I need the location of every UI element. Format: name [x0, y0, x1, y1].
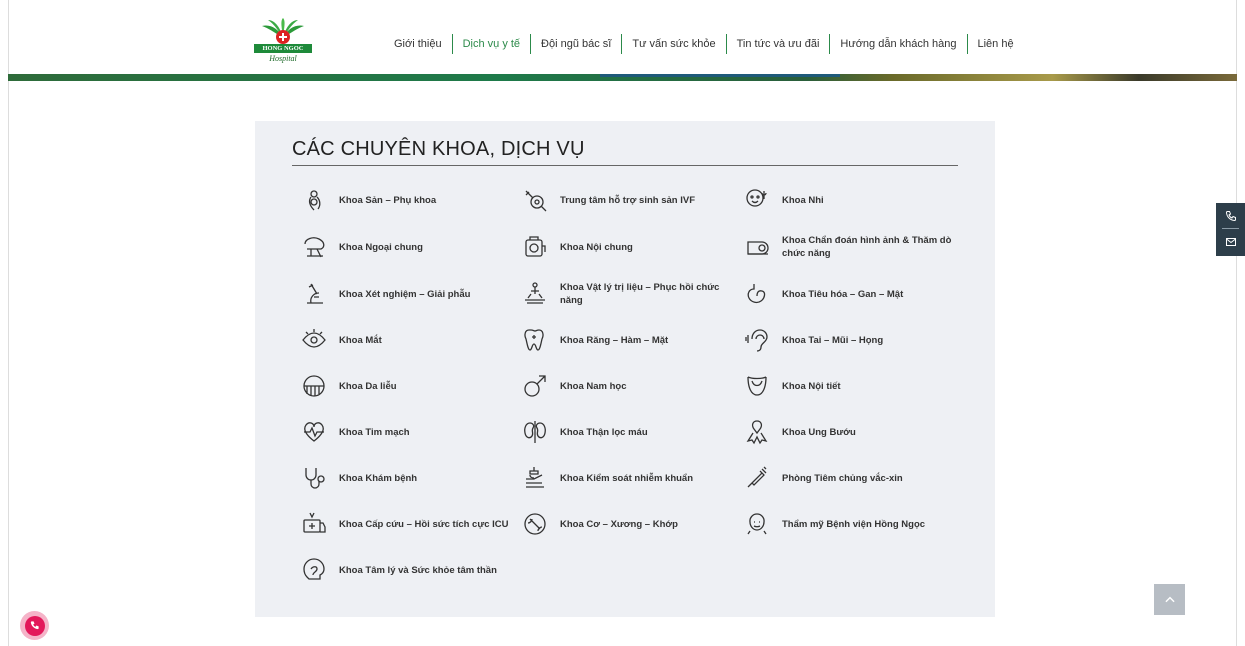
service-item[interactable]: Khoa Tâm lý và Sức khỏe tâm thần [300, 556, 509, 584]
services-panel: CÁC CHUYÊN KHOA, DỊCH VỤ Khoa Sản – Phụ … [255, 121, 995, 617]
service-label: Khoa Nam học [560, 380, 627, 392]
service-item[interactable]: Khoa Sản – Phụ khoa [300, 186, 509, 214]
service-label: Khoa Kiểm soát nhiễm khuẩn [560, 472, 694, 484]
service-label: Khoa Thận lọc máu [560, 426, 648, 438]
back-to-top-button[interactable] [1154, 584, 1185, 615]
heart-icon [300, 418, 328, 446]
service-item[interactable]: Khoa Răng – Hàm – Mặt [521, 326, 730, 354]
service-label: Khoa Ung Bướu [782, 426, 856, 438]
ear-icon [743, 326, 771, 354]
service-label: Khoa Cơ – Xương – Khớp [560, 518, 678, 530]
service-item[interactable]: Khoa Ung Bướu [743, 418, 952, 446]
section-title: CÁC CHUYÊN KHOA, DỊCH VỤ [292, 138, 585, 160]
nav-item-huong-dan[interactable]: Hướng dẫn khách hàng [829, 34, 966, 54]
mind-icon [300, 556, 328, 584]
service-label: Khoa Tâm lý và Sức khỏe tâm thần [339, 564, 497, 576]
logo-brand: HONG NGOC [254, 44, 312, 53]
male-icon [521, 372, 549, 400]
nav-item-lien-he[interactable]: Liên hệ [966, 34, 1024, 54]
title-divider [292, 165, 958, 166]
nav-item-tin-tuc[interactable]: Tin tức và ưu đãi [725, 34, 830, 54]
mail-icon[interactable] [1216, 229, 1245, 255]
ambulance-icon [300, 510, 328, 538]
service-item[interactable]: Khoa Ngoại chung [300, 233, 509, 261]
stomach-icon [743, 280, 771, 308]
service-label: Khoa Ngoại chung [339, 241, 423, 253]
service-label: Khoa Khám bệnh [339, 472, 418, 484]
service-item[interactable]: Khoa Tiêu hóa – Gan – Mật [743, 280, 952, 308]
kidney-icon [521, 418, 549, 446]
header-banner-strip [8, 74, 1237, 81]
service-label: Khoa Chẩn đoán hình ảnh & Thăm dò chức n… [782, 235, 952, 259]
syringe-icon [743, 464, 771, 492]
nav-item-gioi-thieu[interactable]: Giới thiệu [384, 34, 452, 54]
imaging-icon [743, 233, 771, 261]
ivf-icon [521, 186, 549, 214]
site-header: HONG NGOC Hospital Giới thiệu Dịch vụ y … [0, 0, 1245, 80]
service-label: Trung tâm hỗ trợ sinh sản IVF [560, 194, 696, 206]
bone-icon [521, 510, 549, 538]
service-item[interactable]: Khoa Xét nghiệm – Giải phẫu [300, 280, 509, 308]
service-label: Khoa Tiêu hóa – Gan – Mật [782, 288, 904, 300]
service-item[interactable]: Khoa Nhi [743, 186, 952, 214]
service-label: Khoa Nhi [782, 194, 824, 206]
nav-item-tu-van-suc-khoe[interactable]: Tư vấn sức khỏe [621, 34, 725, 54]
ribbon-icon [743, 418, 771, 446]
service-label: Thẩm mỹ Bệnh viện Hồng Ngọc [782, 518, 926, 530]
hospital-logo[interactable]: HONG NGOC Hospital [254, 18, 312, 64]
face-icon [743, 510, 771, 538]
child-icon [743, 186, 771, 214]
service-label: Khoa Vật lý trị liệu – Phục hồi chức năn… [560, 282, 720, 306]
service-label: Khoa Sản – Phụ khoa [339, 194, 437, 206]
service-label: Khoa Mắt [339, 334, 382, 346]
service-item[interactable]: Khoa Khám bệnh [300, 464, 509, 492]
service-item[interactable]: Khoa Vật lý trị liệu – Phục hồi chức năn… [521, 280, 730, 308]
service-label: Khoa Da liễu [339, 380, 397, 392]
call-button[interactable] [20, 611, 49, 640]
physiotherapy-icon [521, 280, 549, 308]
nav-item-doi-ngu-bac-si[interactable]: Đội ngũ bác sĩ [530, 34, 621, 54]
service-item[interactable]: Khoa Tim mạch [300, 418, 509, 446]
service-item[interactable]: Khoa Nam học [521, 372, 730, 400]
nav-item-dich-vu-y-te[interactable]: Dịch vụ y tế [451, 34, 530, 54]
logo-cross-icon [276, 30, 290, 44]
main-nav: Giới thiệu Dịch vụ y tế Đội ngũ bác sĩ T… [384, 34, 1024, 54]
service-label: Khoa Nội chung [560, 241, 633, 253]
phone-icon[interactable] [1222, 203, 1239, 229]
chevron-up-icon [1164, 596, 1175, 602]
service-label: Khoa Răng – Hàm – Mặt [560, 334, 669, 346]
service-label: Khoa Nội tiết [782, 380, 841, 392]
service-item[interactable]: Khoa Da liễu [300, 372, 509, 400]
service-item[interactable]: Trung tâm hỗ trợ sinh sản IVF [521, 186, 730, 214]
service-label: Phòng Tiêm chủng vắc-xin [782, 472, 903, 484]
handwash-icon [521, 464, 549, 492]
skin-icon [300, 372, 328, 400]
phone-call-icon [24, 615, 45, 636]
thyroid-icon [743, 372, 771, 400]
service-item[interactable]: Khoa Cấp cứu – Hồi sức tích cực ICU [300, 510, 509, 538]
service-item[interactable]: Khoa Nội tiết [743, 372, 952, 400]
internal-medicine-icon [521, 233, 549, 261]
service-label: Khoa Cấp cứu – Hồi sức tích cực ICU [339, 518, 509, 530]
service-item[interactable]: Khoa Kiểm soát nhiễm khuẩn [521, 464, 730, 492]
service-item[interactable]: Khoa Chẩn đoán hình ảnh & Thăm dò chức n… [743, 233, 952, 261]
service-item[interactable]: Thẩm mỹ Bệnh viện Hồng Ngọc [743, 510, 952, 538]
service-item[interactable]: Khoa Mắt [300, 326, 509, 354]
side-contact-bar [1216, 203, 1245, 256]
service-item[interactable]: Khoa Cơ – Xương – Khớp [521, 510, 730, 538]
stethoscope-icon [300, 464, 328, 492]
service-label: Khoa Tim mạch [339, 426, 410, 438]
service-label: Khoa Xét nghiệm – Giải phẫu [339, 288, 471, 300]
microscope-icon [300, 280, 328, 308]
service-item[interactable]: Khoa Tai – Mũi – Họng [743, 326, 952, 354]
eye-icon [300, 326, 328, 354]
service-label: Khoa Tai – Mũi – Họng [782, 334, 884, 346]
tooth-icon [521, 326, 549, 354]
service-item[interactable]: Phòng Tiêm chủng vắc-xin [743, 464, 952, 492]
logo-subtitle: Hospital [269, 54, 297, 63]
service-item[interactable]: Khoa Nội chung [521, 233, 730, 261]
pregnancy-icon [300, 186, 328, 214]
surgery-icon [300, 233, 328, 261]
service-item[interactable]: Khoa Thận lọc máu [521, 418, 730, 446]
